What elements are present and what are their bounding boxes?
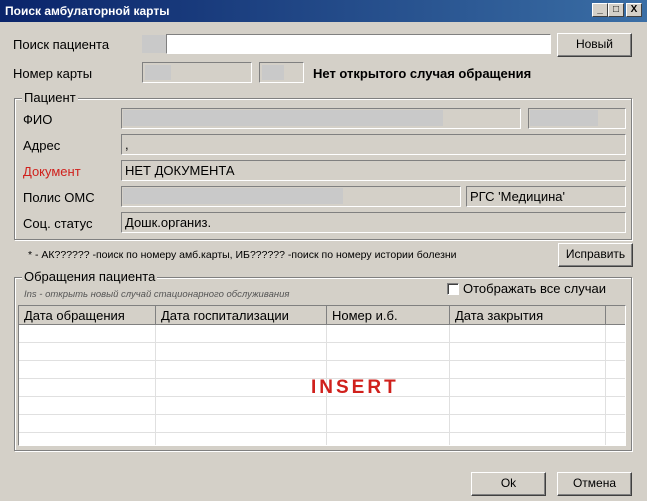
card-suffix-redacted xyxy=(262,65,284,80)
visits-table-header: Дата обращения Дата госпитализации Номер… xyxy=(19,306,625,325)
address-label: Адрес xyxy=(23,138,61,153)
column-record-number[interactable]: Номер и.б. xyxy=(327,306,450,325)
grid-line xyxy=(449,325,450,445)
cancel-button[interactable]: Отмена xyxy=(557,472,632,496)
insert-overlay-text: INSERT xyxy=(311,377,399,398)
oms-redacted xyxy=(123,188,343,204)
column-visit-date[interactable]: Дата обращения xyxy=(19,306,156,325)
visits-subtitle: Ins - открыть новый случай стационарного… xyxy=(24,289,290,300)
document-field[interactable]: НЕТ ДОКУМЕНТА xyxy=(121,160,626,181)
birthdate-redacted xyxy=(530,110,598,126)
oms-label: Полис ОМС xyxy=(23,190,95,205)
column-spacer xyxy=(606,306,625,325)
grid-line xyxy=(19,360,625,361)
close-button[interactable]: X xyxy=(626,3,642,17)
document-label: Документ xyxy=(23,164,81,179)
patient-group-title: Пациент xyxy=(22,90,78,105)
grid-line xyxy=(155,325,156,445)
minimize-button[interactable]: _ xyxy=(592,3,608,17)
address-field[interactable]: , xyxy=(121,134,626,155)
search-prefix-redacted xyxy=(142,35,166,53)
grid-line xyxy=(19,342,625,343)
search-input[interactable] xyxy=(166,34,551,54)
new-button[interactable]: Новый xyxy=(557,33,632,57)
fio-redacted xyxy=(123,110,443,126)
window-title: Поиск амбулаторной карты xyxy=(5,4,170,18)
title-bar[interactable]: Поиск амбулаторной карты _ □ X xyxy=(0,0,647,22)
card-number-field[interactable] xyxy=(142,62,252,83)
column-close-date[interactable]: Дата закрытия xyxy=(450,306,606,325)
dialog-window: Поиск амбулаторной карты _ □ X Поиск пац… xyxy=(0,0,647,501)
visits-group-title: Обращения пациента xyxy=(22,269,158,284)
search-label: Поиск пациента xyxy=(13,37,110,52)
grid-line xyxy=(605,325,606,445)
fix-button[interactable]: Исправить xyxy=(558,243,633,267)
fio-label: ФИО xyxy=(23,112,53,127)
oms-field[interactable] xyxy=(121,186,461,207)
social-status-label: Соц. статус xyxy=(23,216,93,231)
card-suffix-field[interactable] xyxy=(259,62,304,83)
card-number-label: Номер карты xyxy=(13,66,93,81)
case-status-text: Нет открытого случая обращения xyxy=(313,66,532,81)
visits-table[interactable]: Дата обращения Дата госпитализации Номер… xyxy=(18,305,626,446)
show-all-label[interactable]: Отображать все случаи xyxy=(463,281,606,296)
grid-line xyxy=(19,414,625,415)
fio-field[interactable] xyxy=(121,108,521,129)
card-number-redacted xyxy=(145,65,171,80)
social-status-field[interactable]: Дошк.организ. xyxy=(121,212,626,233)
column-hospitalization-date[interactable]: Дата госпитализации xyxy=(156,306,327,325)
show-all-checkbox[interactable] xyxy=(447,283,459,295)
search-hint-text: * - АК?????? -поиск по номеру амб.карты,… xyxy=(28,249,457,261)
maximize-button[interactable]: □ xyxy=(608,3,624,17)
birthdate-field[interactable] xyxy=(528,108,626,129)
ok-button[interactable]: Ok xyxy=(471,472,546,496)
grid-line xyxy=(19,432,625,433)
insurer-field[interactable]: РГС 'Медицина' xyxy=(466,186,626,207)
